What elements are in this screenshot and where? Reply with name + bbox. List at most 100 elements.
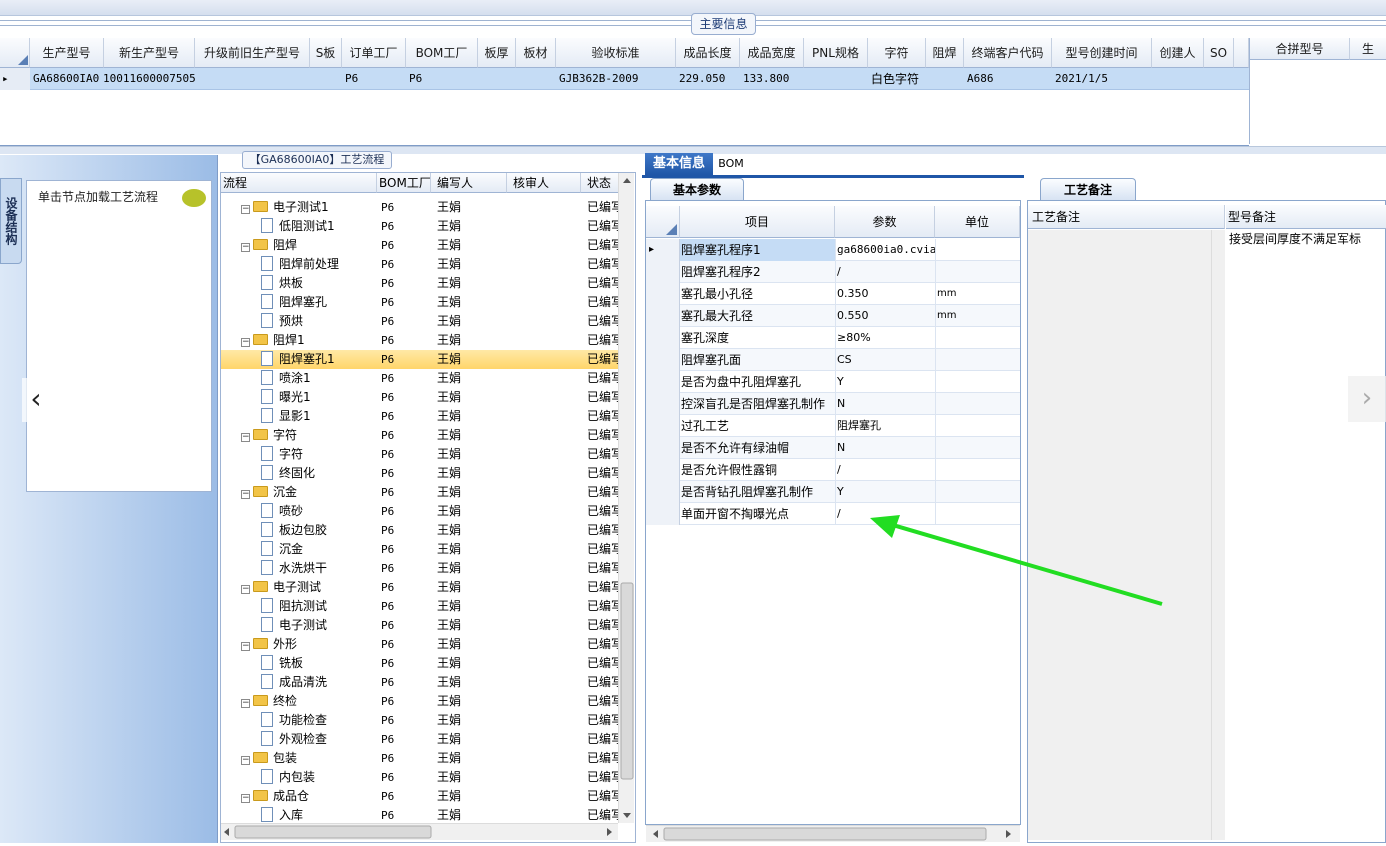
tree-node[interactable]: 预烘 P6 王娟 已编写 <box>221 312 619 331</box>
tree-node[interactable]: 喷砂 P6 王娟 已编写 <box>221 502 619 521</box>
collapse-icon[interactable]: − <box>241 794 250 803</box>
param-value-field[interactable]: N <box>835 437 935 459</box>
tree-node[interactable]: 低阻测试1 P6 王娟 已编写 <box>221 217 619 236</box>
tree-node[interactable]: − 阻焊 P6 王娟 已编写 <box>221 236 619 255</box>
col-header[interactable]: PNL规格 <box>804 38 868 68</box>
tree-node[interactable]: 板边包胶 P6 王娟 已编写 <box>221 521 619 540</box>
tree-node[interactable]: − 沉金 P6 王娟 已编写 <box>221 483 619 502</box>
tab-equipment-structure[interactable]: 设备结构 <box>0 178 22 264</box>
col-header[interactable]: 板厚 <box>478 38 516 68</box>
tree-node[interactable]: 阻焊塞孔1 P6 王娟 已编写 <box>221 350 619 369</box>
tree-node[interactable]: 喷涂1 P6 王娟 已编写 <box>221 369 619 388</box>
col-header[interactable]: 核审人 <box>507 173 581 193</box>
tree-node[interactable]: 阻焊前处理 P6 王娟 已编写 <box>221 255 619 274</box>
param-row[interactable]: 是否不允许有绿油帽 N <box>646 437 1020 459</box>
col-header[interactable]: 验收标准 <box>556 38 676 68</box>
tree-node[interactable]: − 字符 P6 王娟 已编写 <box>221 426 619 445</box>
col-header[interactable]: 创建人 <box>1152 38 1204 68</box>
collapse-icon[interactable]: − <box>241 490 250 499</box>
tree-node[interactable]: 显影1 P6 王娟 已编写 <box>221 407 619 426</box>
collapse-icon[interactable]: − <box>241 642 250 651</box>
collapse-icon[interactable]: − <box>241 338 250 347</box>
model-remark-text[interactable]: 接受层间厚度不满足军标 <box>1229 230 1361 247</box>
cell-prod-model[interactable]: GA68600IA0 <box>30 68 104 90</box>
tab-process-remarks[interactable]: 工艺备注 <box>1040 178 1136 200</box>
param-value-field[interactable]: 0.350 <box>835 283 935 305</box>
tab-basic-info[interactable]: 基本信息 <box>645 153 713 175</box>
col-header[interactable]: 项目 <box>680 206 835 238</box>
remarks-scrollbar[interactable] <box>1211 230 1225 840</box>
tree-node[interactable]: − 终检 P6 王娟 已编写 <box>221 692 619 711</box>
tree-node[interactable]: 阻焊塞孔 P6 王娟 已编写 <box>221 293 619 312</box>
col-header[interactable]: 型号创建时间 <box>1052 38 1152 68</box>
col-header[interactable]: 流程 <box>221 173 377 193</box>
chevron-left-icon[interactable]: ‹ <box>22 378 50 422</box>
param-value-field[interactable]: / <box>835 459 935 481</box>
col-header[interactable]: 型号备注 <box>1226 205 1386 229</box>
col-header[interactable]: 成品长度 <box>676 38 740 68</box>
collapse-icon[interactable]: − <box>241 699 250 708</box>
tree-node[interactable]: − 包装 P6 王娟 已编写 <box>221 749 619 768</box>
col-header[interactable]: 阻焊 <box>926 38 964 68</box>
tree-node[interactable]: 铣板 P6 王娟 已编写 <box>221 654 619 673</box>
param-row[interactable]: 过孔工艺 阻焊塞孔 <box>646 415 1020 437</box>
param-value-field[interactable]: ≥80% <box>835 327 935 349</box>
process-tree[interactable]: 流程 BOM工厂 编写人 核审人 状态 − 电子测试1 P6 王娟 已编写 低阻测试1 P6… <box>220 172 636 843</box>
collapse-icon[interactable]: − <box>241 433 250 442</box>
param-row[interactable]: 是否背钻孔阻焊塞孔制作 Y <box>646 481 1020 503</box>
collapse-icon[interactable]: − <box>241 243 250 252</box>
param-row[interactable]: 塞孔深度 ≥80% <box>646 327 1020 349</box>
param-row[interactable]: 是否为盘中孔阻焊塞孔 Y <box>646 371 1020 393</box>
col-header[interactable]: 合拼型号 <box>1250 38 1350 60</box>
tree-vertical-scrollbar[interactable] <box>618 173 634 823</box>
tree-node[interactable]: 功能检查 P6 王娟 已编写 <box>221 711 619 730</box>
col-header[interactable]: BOM工厂 <box>406 38 478 68</box>
param-value-field[interactable]: 阻焊塞孔 <box>835 415 935 437</box>
col-header[interactable]: 升级前旧生产型号 <box>195 38 310 68</box>
param-value-field[interactable]: Y <box>835 371 935 393</box>
tab-basic-params[interactable]: 基本参数 <box>650 178 744 200</box>
param-row[interactable]: 塞孔最大孔径 0.550 mm <box>646 305 1020 327</box>
param-row[interactable]: 是否允许假性露铜 / <box>646 459 1020 481</box>
cell-customer-code[interactable]: A686 <box>964 68 1052 90</box>
col-header[interactable]: 字符 <box>868 38 926 68</box>
col-header[interactable]: SO <box>1204 38 1234 68</box>
tree-node[interactable]: 成品清洗 P6 王娟 已编写 <box>221 673 619 692</box>
tree-node[interactable]: 内包装 P6 王娟 已编写 <box>221 768 619 787</box>
col-header[interactable]: 成品宽度 <box>740 38 804 68</box>
param-row[interactable]: ▸ 阻焊塞孔程序1 ga68600ia0.cvia <box>646 239 1020 261</box>
col-header[interactable]: 新生产型号 <box>104 38 195 68</box>
col-header[interactable]: 终端客户代码 <box>964 38 1052 68</box>
tree-node[interactable]: 水洗烘干 P6 王娟 已编写 <box>221 559 619 578</box>
tree-node[interactable]: 阻抗测试 P6 王娟 已编写 <box>221 597 619 616</box>
param-value-field[interactable]: ga68600ia0.cvia <box>835 239 935 261</box>
cell-new-model[interactable]: 10011600007505 <box>100 68 195 90</box>
param-row[interactable]: 控深盲孔是否阻焊塞孔制作 N <box>646 393 1020 415</box>
tree-node[interactable]: 曝光1 P6 王娟 已编写 <box>221 388 619 407</box>
col-header[interactable]: 订单工厂 <box>342 38 406 68</box>
tree-node[interactable]: − 电子测试1 P6 王娟 已编写 <box>221 198 619 217</box>
tree-node[interactable]: − 成品仓 P6 王娟 已编写 <box>221 787 619 806</box>
col-header[interactable]: BOM工厂 <box>377 173 431 193</box>
params-horizontal-scrollbar[interactable] <box>646 825 1020 842</box>
tree-node[interactable]: 沉金 P6 王娟 已编写 <box>221 540 619 559</box>
param-row[interactable]: 塞孔最小孔径 0.350 mm <box>646 283 1020 305</box>
col-header[interactable]: 参数 <box>835 206 935 238</box>
param-value-field[interactable]: 0.550 <box>835 305 935 327</box>
tree-node[interactable]: 字符 P6 王娟 已编写 <box>221 445 619 464</box>
col-header[interactable]: 工艺备注 <box>1028 205 1225 229</box>
col-header[interactable]: 状态 <box>581 173 619 193</box>
tree-node[interactable]: − 外形 P6 王娟 已编写 <box>221 635 619 654</box>
merge-model-table[interactable]: 合拼型号 生 <box>1249 38 1386 144</box>
col-header[interactable]: 编写人 <box>431 173 507 193</box>
param-row[interactable]: 阻焊塞孔面 CS <box>646 349 1020 371</box>
model-table[interactable]: 生产型号 新生产型号 升级前旧生产型号 S板 订单工厂 BOM工厂 板厚 板材 … <box>0 38 1249 146</box>
col-header[interactable]: 板材 <box>516 38 556 68</box>
cell-bom-factory[interactable]: P6 <box>406 68 478 90</box>
chevron-right-icon[interactable]: › <box>1348 376 1386 422</box>
collapse-icon[interactable]: − <box>241 205 250 214</box>
param-value-field[interactable]: CS <box>835 349 935 371</box>
cell-width[interactable]: 133.800 <box>740 68 804 90</box>
param-value-field[interactable]: / <box>835 261 935 283</box>
col-header[interactable]: 生产型号 <box>30 38 104 68</box>
